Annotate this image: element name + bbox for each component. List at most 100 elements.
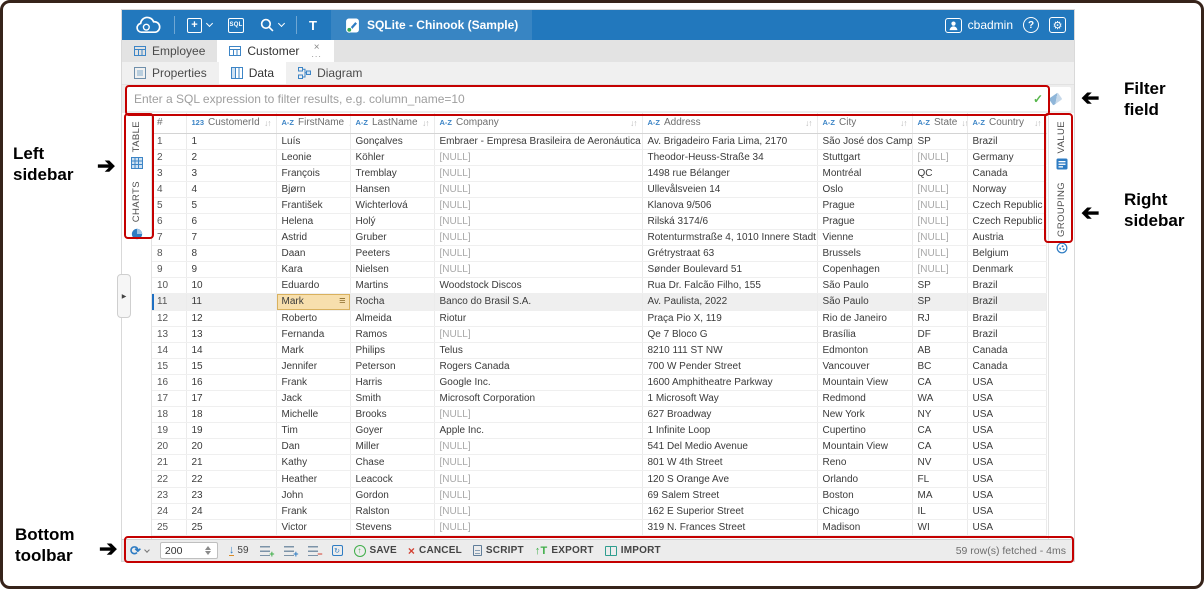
grid-cell[interactable]: 4 — [186, 181, 276, 197]
grid-cell[interactable]: Sønder Boulevard 51 — [642, 262, 817, 278]
row-number-cell[interactable]: 9 — [152, 262, 186, 278]
grid-cell[interactable]: Edmonton — [817, 342, 912, 358]
grid-cell[interactable]: USA — [967, 503, 1046, 519]
grid-cell[interactable]: Mountain View — [817, 439, 912, 455]
grid-cell[interactable]: QC — [912, 165, 967, 181]
tab-properties[interactable]: Properties — [122, 62, 219, 84]
grid-cell[interactable]: Roberto — [276, 310, 350, 326]
grid-cell[interactable]: Dan — [276, 439, 350, 455]
grid-cell[interactable]: Brussels — [817, 246, 912, 262]
grid-cell[interactable]: Austria — [967, 230, 1046, 246]
grid-cell[interactable]: 8 — [186, 246, 276, 262]
grid-cell[interactable]: Gordon — [350, 487, 434, 503]
settings-button[interactable]: ⚙ — [1049, 17, 1066, 33]
tab-diagram[interactable]: Diagram — [286, 62, 374, 84]
grid-cell[interactable]: SP — [912, 278, 967, 294]
column-header-num[interactable]: # — [152, 113, 186, 133]
grid-cell[interactable]: Bjørn — [276, 181, 350, 197]
grid-cell[interactable]: Rilská 3174/6 — [642, 213, 817, 229]
grid-cell[interactable]: USA — [967, 519, 1046, 535]
row-number-cell[interactable]: 8 — [152, 246, 186, 262]
grid-cell[interactable]: Mark≡ — [276, 294, 350, 310]
column-header-customerid[interactable]: 123CustomerId↓↑ — [186, 113, 276, 133]
grid-cell[interactable]: Jennifer — [276, 358, 350, 374]
grid-cell[interactable]: 13 — [186, 326, 276, 342]
grid-cell[interactable]: MA — [912, 487, 967, 503]
fetch-page-button[interactable]: ↓ 59 — [229, 545, 249, 556]
grid-cell[interactable]: Ramos — [350, 326, 434, 342]
grid-cell[interactable]: Theodor-Heuss-Straße 34 — [642, 149, 817, 165]
grid-cell[interactable]: USA — [967, 471, 1046, 487]
grid-cell[interactable]: [NULL] — [912, 149, 967, 165]
grid-cell[interactable]: Norway — [967, 181, 1046, 197]
grid-cell[interactable]: Orlando — [817, 471, 912, 487]
column-header-company[interactable]: A-ZCompany↓↑ — [434, 113, 642, 133]
grid-cell[interactable]: Brazil — [967, 133, 1046, 149]
grid-cell[interactable]: 5 — [186, 197, 276, 213]
grid-cell[interactable]: Almeida — [350, 310, 434, 326]
export-button[interactable]: ↑TEXPORT — [535, 545, 594, 557]
grid-cell[interactable]: Martins — [350, 278, 434, 294]
grid-cell[interactable]: Czech Republic — [967, 213, 1046, 229]
grid-cell[interactable]: Stuttgart — [817, 149, 912, 165]
grid-cell[interactable]: Hansen — [350, 181, 434, 197]
grid-cell[interactable]: Eduardo — [276, 278, 350, 294]
grid-cell[interactable]: FL — [912, 471, 967, 487]
grid-cell[interactable]: Canada — [967, 342, 1046, 358]
grid-cell[interactable]: Mountain View — [817, 374, 912, 390]
row-number-cell[interactable]: 12 — [152, 310, 186, 326]
grid-cell[interactable]: Fernanda — [276, 326, 350, 342]
refresh-button[interactable]: ⟳ — [130, 543, 149, 559]
grid-cell[interactable]: [NULL] — [912, 181, 967, 197]
grid-cell[interactable]: Peterson — [350, 358, 434, 374]
row-number-cell[interactable]: 24 — [152, 503, 186, 519]
grid-cell[interactable]: Brazil — [967, 278, 1046, 294]
grid-cell[interactable]: New York — [817, 407, 912, 423]
grid-cell[interactable]: [NULL] — [434, 149, 642, 165]
new-connection-button[interactable]: + — [187, 18, 212, 33]
row-number-cell[interactable]: 3 — [152, 165, 186, 181]
row-number-cell[interactable]: 18 — [152, 407, 186, 423]
row-number-cell[interactable]: 25 — [152, 519, 186, 535]
grid-cell[interactable]: USA — [967, 374, 1046, 390]
cancel-button[interactable]: ×CANCEL — [408, 545, 462, 556]
sort-icon[interactable]: ↓↑ — [961, 118, 967, 128]
row-number-cell[interactable]: 13 — [152, 326, 186, 342]
search-button[interactable] — [260, 18, 284, 32]
column-header-country[interactable]: A-ZCountry↓↑ — [967, 113, 1046, 133]
grid-cell[interactable]: [NULL] — [434, 213, 642, 229]
grid-cell[interactable]: 14 — [186, 342, 276, 358]
save-button[interactable]: ↑SAVE — [354, 545, 397, 557]
tab-employee[interactable]: Employee — [122, 40, 217, 62]
grid-cell[interactable]: 7 — [186, 230, 276, 246]
grid-cell[interactable]: São Paulo — [817, 294, 912, 310]
sort-icon[interactable]: ↓↑ — [630, 118, 637, 128]
grid-cell[interactable]: 24 — [186, 503, 276, 519]
grid-cell[interactable]: 21 — [186, 455, 276, 471]
grid-cell[interactable]: Smith — [350, 391, 434, 407]
grid-cell[interactable]: [NULL] — [434, 326, 642, 342]
sidebar-tab-charts[interactable]: CHARTS — [131, 181, 143, 239]
grid-cell[interactable]: WA — [912, 391, 967, 407]
grid-cell[interactable]: 2 — [186, 149, 276, 165]
grid-cell[interactable]: Chicago — [817, 503, 912, 519]
grid-cell[interactable]: Köhler — [350, 149, 434, 165]
grid-cell[interactable]: IL — [912, 503, 967, 519]
grid-cell[interactable]: Peeters — [350, 246, 434, 262]
grid-cell[interactable]: [NULL] — [434, 407, 642, 423]
grid-cell[interactable]: Rogers Canada — [434, 358, 642, 374]
grid-cell[interactable]: Brazil — [967, 326, 1046, 342]
grid-cell[interactable]: 10 — [186, 278, 276, 294]
row-number-cell[interactable]: 22 — [152, 471, 186, 487]
duplicate-row-button[interactable]: + — [284, 545, 297, 556]
row-limit-stepper[interactable] — [160, 542, 218, 559]
grid-cell[interactable]: 18 — [186, 407, 276, 423]
filter-input[interactable] — [125, 87, 1026, 111]
grid-cell[interactable]: 6 — [186, 213, 276, 229]
grid-cell[interactable]: CA — [912, 374, 967, 390]
grid-cell[interactable]: Holý — [350, 213, 434, 229]
grid-cell[interactable]: Vancouver — [817, 358, 912, 374]
grid-cell[interactable]: Brazil — [967, 310, 1046, 326]
grid-cell[interactable]: Goyer — [350, 423, 434, 439]
grid-cell[interactable]: 1498 rue Bélanger — [642, 165, 817, 181]
